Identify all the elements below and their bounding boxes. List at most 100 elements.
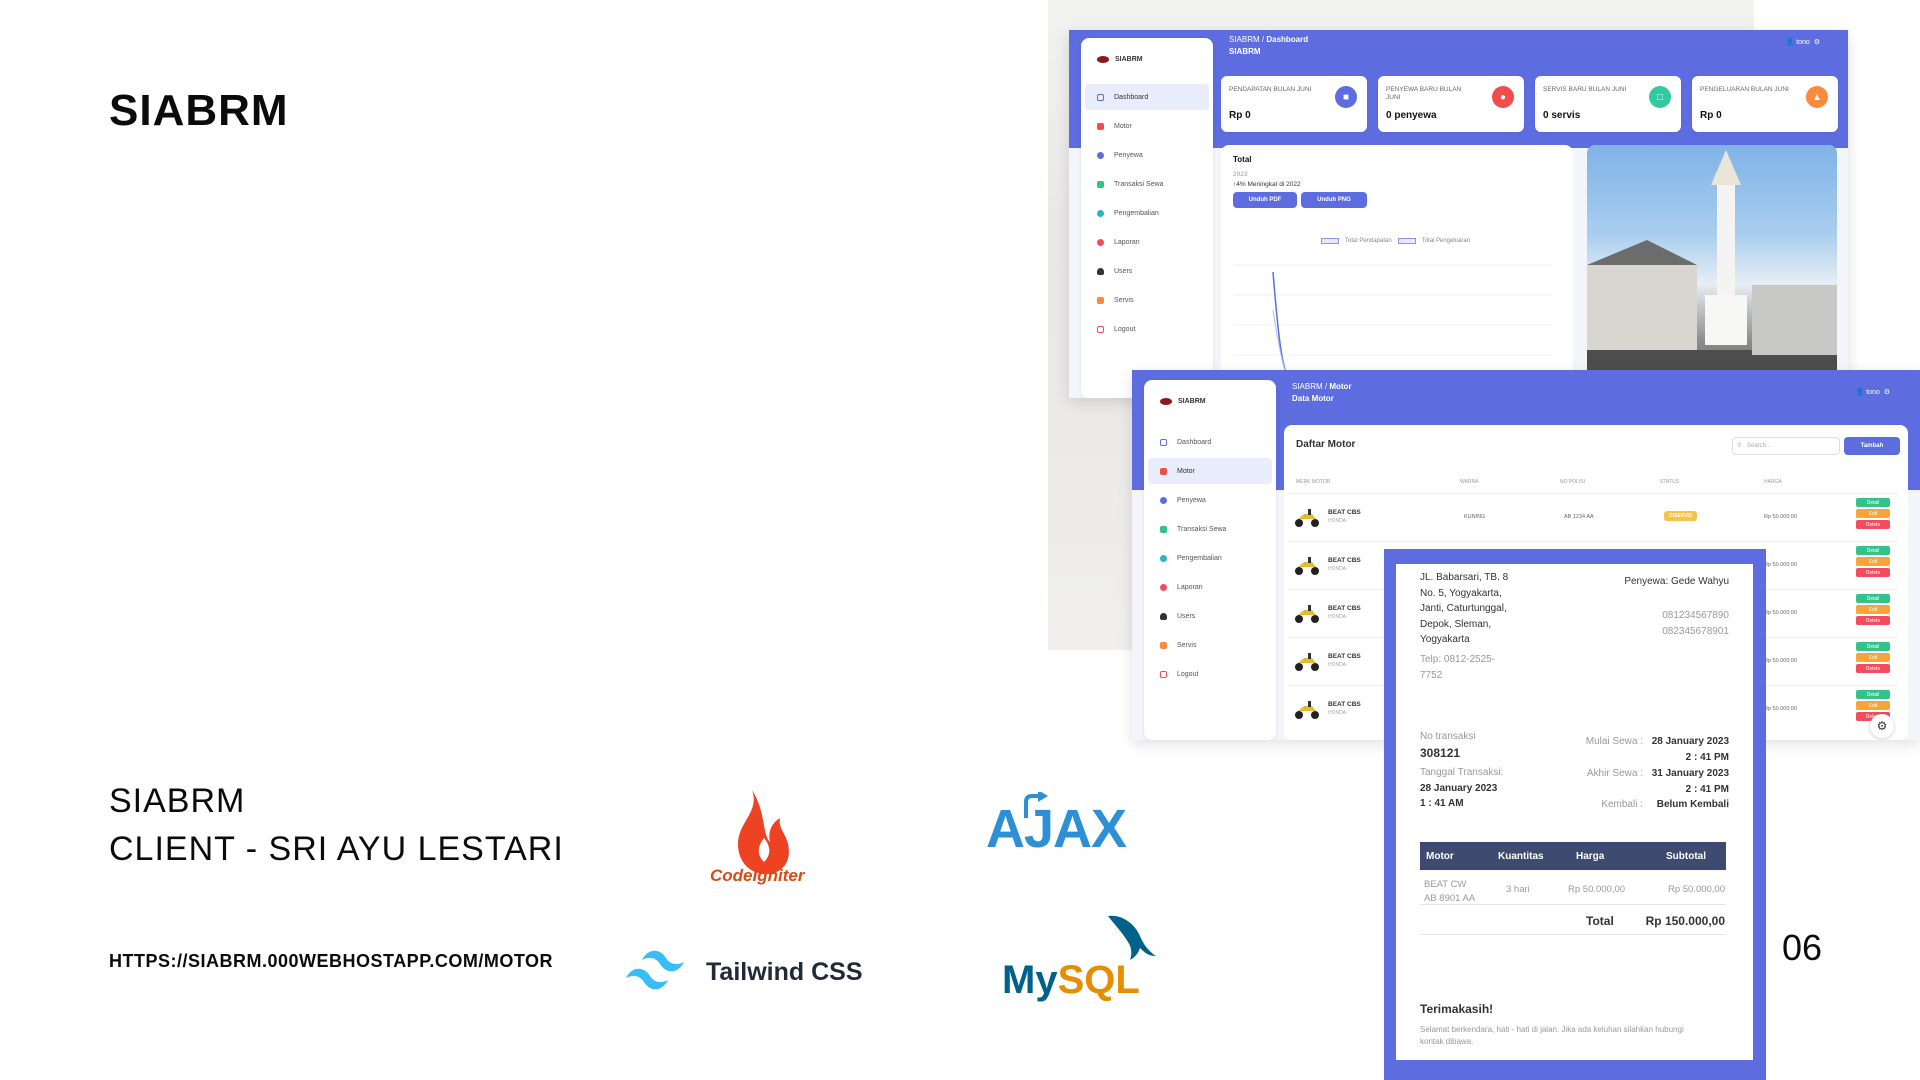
tugu-photo [1587, 145, 1837, 398]
company-address: JL. Babarsari, TB. 8 No. 5, Yogyakarta, Ja… [1420, 572, 1509, 645]
client-name: CLIENT - SRI AYU LESTARI [109, 830, 564, 868]
sidebar-item-pengembalian[interactable]: Pengembalian [1148, 545, 1272, 571]
sidebar-item-servis[interactable]: Servis [1148, 632, 1272, 658]
motor-price: Rp 50.000,00 [1764, 562, 1798, 568]
rent-start-date: 28 January 2023 [1651, 736, 1729, 747]
motor-name: BEAT CBS [1328, 557, 1361, 564]
breadcrumb-current: Motor [1329, 382, 1352, 391]
column-header[interactable]: NO POLISI [1560, 479, 1585, 485]
user-menu[interactable]: 👤 tono ⚙ [1856, 388, 1890, 396]
download-png-button[interactable]: Unduh PNG [1301, 192, 1367, 208]
sidebar-item-label: Penyewa [1177, 496, 1206, 504]
edit-button[interactable]: Edit [1856, 653, 1890, 662]
rent-end-label: Akhir Sewa : [1586, 768, 1643, 779]
column-header[interactable]: STATUS [1660, 479, 1679, 485]
breadcrumb-root[interactable]: SIABRM [1229, 35, 1260, 44]
gear-icon[interactable]: ⚙ [1814, 39, 1820, 46]
chart-growth: ↑4% Meningkat di 2022 [1233, 181, 1301, 188]
sidebar-item-logout[interactable]: Logout [1148, 661, 1272, 687]
motor-name: BEAT CBS [1328, 509, 1361, 516]
sidebar: SIABRM Dashboard Motor Penyewa Transaksi… [1081, 38, 1213, 398]
transaction-date: 28 January 2023 [1420, 783, 1498, 794]
sidebar-item-transaksi-sewa[interactable]: Transaksi Sewa [1085, 171, 1209, 197]
sidebar-item-users[interactable]: Users [1148, 603, 1272, 629]
tailwind-logo: Tailwind CSS [706, 958, 863, 986]
card-icon [1097, 180, 1104, 188]
detail-button[interactable]: Detail [1856, 498, 1890, 507]
company-telp: Telp: 0812-2525- 7752 [1420, 654, 1496, 681]
thanks-heading: Terimakasih! [1420, 1002, 1494, 1016]
mysql-dolphin-icon [1108, 915, 1156, 960]
legend-swatch [1321, 238, 1339, 244]
delete-button[interactable]: Delete [1856, 568, 1890, 577]
thanks-note: Selamat berkendara, hati - hati di jalan… [1420, 1025, 1684, 1046]
detail-button[interactable]: Detail [1856, 642, 1890, 651]
sidebar-item-penyewa[interactable]: Penyewa [1148, 487, 1272, 513]
item-name: BEAT CW AB 8901 AA [1424, 879, 1476, 904]
sidebar-item-dashboard[interactable]: Dashboard [1085, 84, 1209, 110]
logout-icon [1160, 670, 1167, 678]
delete-button[interactable]: Delete [1856, 520, 1890, 529]
stat-label: PENYEWA BARU BULAN JUNI [1386, 86, 1462, 102]
sidebar-item-laporan[interactable]: Laporan [1148, 574, 1272, 600]
rent-end-time: 2 : 41 PM [1685, 784, 1729, 795]
sidebar-item-penyewa[interactable]: Penyewa [1085, 142, 1209, 168]
sidebar-item-servis[interactable]: Servis [1085, 287, 1209, 313]
sidebar-item-label: Dashboard [1177, 438, 1212, 446]
sidebar-item-pengembalian[interactable]: Pengembalian [1085, 200, 1209, 226]
download-pdf-button[interactable]: Unduh PDF [1233, 192, 1297, 208]
sidebar-item-users[interactable]: Users [1085, 258, 1209, 284]
sidebar-item-logout[interactable]: Logout [1085, 316, 1209, 342]
sidebar-item-motor[interactable]: Motor [1085, 113, 1209, 139]
item-subtotal: Rp 50.000,00 [1667, 884, 1725, 895]
sidebar-item-label: Motor [1177, 467, 1195, 475]
detail-button[interactable]: Detail [1856, 546, 1890, 555]
sidebar-item-label: Servis [1114, 296, 1134, 304]
project-url[interactable]: HTTPS://SIABRM.000WEBHOSTAPP.COM/MOTOR [109, 951, 553, 972]
detail-button[interactable]: Detail [1856, 594, 1890, 603]
column-header[interactable]: WARNA [1460, 479, 1478, 485]
stat-value: Rp 0 [1229, 110, 1251, 121]
scooter-icon [1295, 557, 1319, 575]
gear-icon[interactable]: ⚙ [1884, 389, 1890, 396]
detail-button[interactable]: Detail [1856, 690, 1890, 699]
settings-gear-icon[interactable]: ⚙ [1870, 714, 1894, 738]
delete-button[interactable]: Delete [1856, 616, 1890, 625]
edit-button[interactable]: Edit [1856, 605, 1890, 614]
column-header[interactable]: MERK MOTOR [1296, 479, 1330, 485]
edit-button[interactable]: Edit [1856, 557, 1890, 566]
return-label: Kembali : [1601, 799, 1643, 810]
page-number: 06 [1782, 927, 1823, 968]
motor-brand: HONDA [1328, 710, 1347, 716]
person-icon [1097, 267, 1104, 275]
rent-end-date: 31 January 2023 [1651, 768, 1729, 779]
sidebar-item-laporan[interactable]: Laporan [1085, 229, 1209, 255]
legend-label: Total Pengeluaran [1421, 238, 1471, 244]
sidebar-item-motor[interactable]: Motor [1148, 458, 1272, 484]
motor-price: Rp 50.000,00 [1764, 658, 1798, 664]
motor-brand: HONDA [1328, 518, 1347, 524]
add-motor-button[interactable]: Tambah [1844, 437, 1900, 455]
delete-button[interactable]: Delete [1856, 664, 1890, 673]
money-icon: ■ [1335, 86, 1357, 108]
user-menu[interactable]: 👤 tono ⚙ [1786, 38, 1820, 46]
sidebar-item-label: Transaksi Sewa [1177, 525, 1227, 533]
transaction-number: 308121 [1420, 746, 1461, 760]
motor-brand: HONDA [1328, 662, 1347, 668]
scooter-icon [1295, 605, 1319, 623]
sidebar-brand[interactable]: SIABRM [1097, 56, 1143, 63]
cart-icon: ▲ [1806, 86, 1828, 108]
divider [1420, 934, 1726, 935]
column-header[interactable]: HARGA [1764, 479, 1782, 485]
edit-button[interactable]: Edit [1856, 701, 1890, 710]
sidebar-brand[interactable]: SIABRM [1160, 398, 1206, 405]
stat-value: 0 penyewa [1386, 110, 1437, 121]
breadcrumb-root[interactable]: SIABRM [1292, 382, 1323, 391]
user-name: tono [1796, 39, 1810, 46]
search-input[interactable]: ⚲ Search... [1732, 437, 1840, 455]
receipt: JL. Babarsari, TB. 8 No. 5, Yogyakarta, Ja… [1396, 564, 1753, 1060]
codeigniter-logo: CodeIgniter [710, 866, 805, 885]
sidebar-item-dashboard[interactable]: Dashboard [1148, 429, 1272, 455]
sidebar-item-transaksi-sewa[interactable]: Transaksi Sewa [1148, 516, 1272, 542]
edit-button[interactable]: Edit [1856, 509, 1890, 518]
